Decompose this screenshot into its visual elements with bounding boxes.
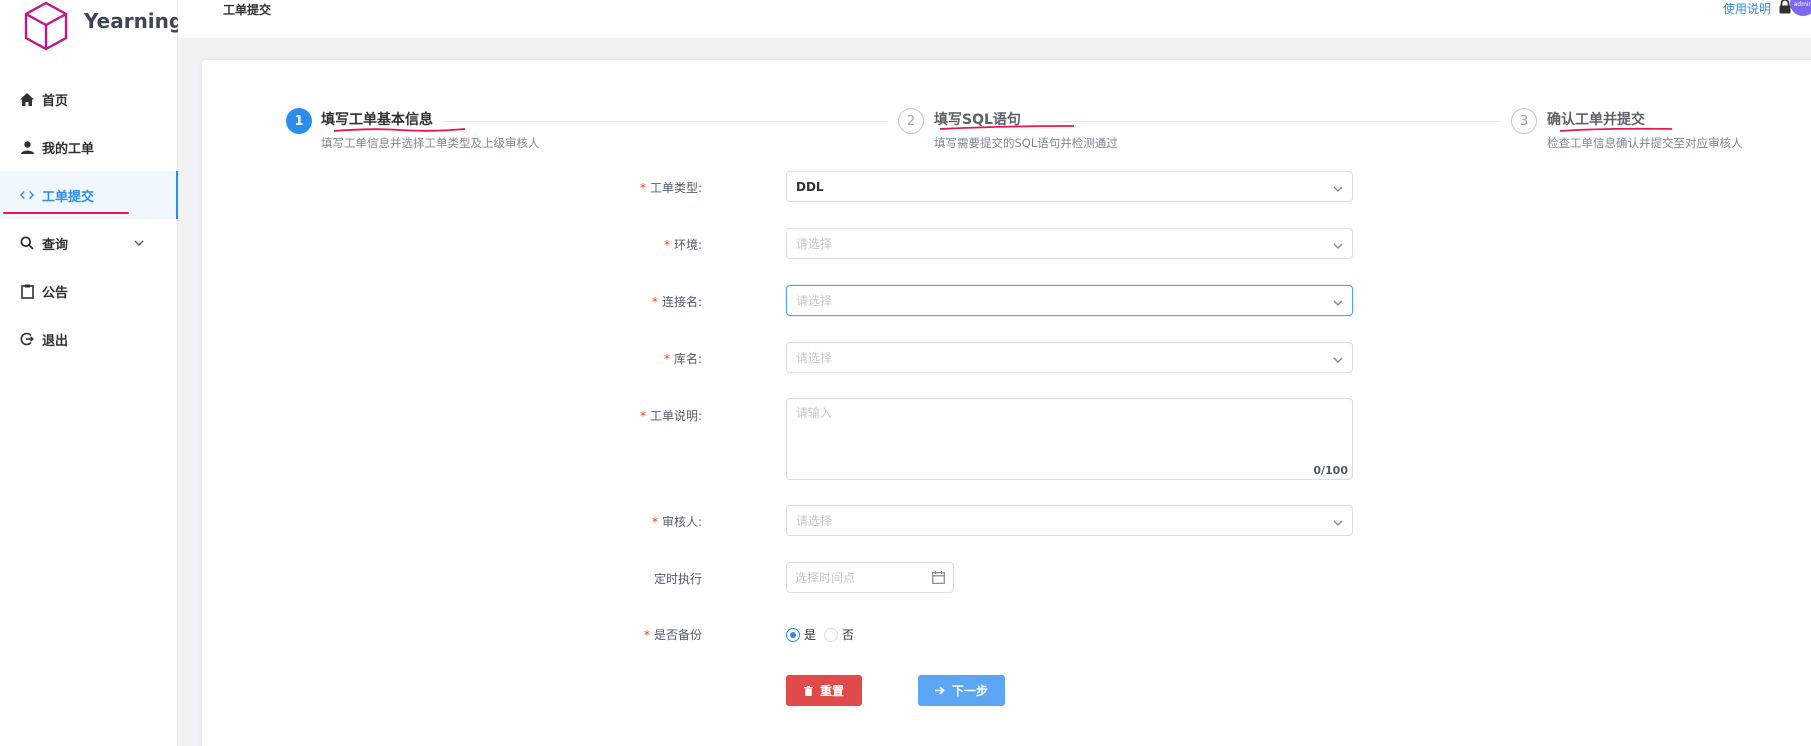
database-label: * 库名: [663,352,702,366]
annotation-underline [3,212,129,214]
app-logo[interactable]: Yearning [22,0,183,52]
breadcrumb: 工单提交 [223,3,272,17]
description-textarea[interactable]: 请输入 0/100 [786,398,1353,480]
chevron-down-icon [1333,238,1343,252]
help-link-label: 使用说明 [1723,1,1772,16]
home-icon [20,92,34,106]
sidebar-item-announcement[interactable]: 公告 [0,267,178,315]
reset-button[interactable]: 重置 [786,675,862,706]
sidebar-item-label: 查询 [42,237,69,253]
environment-select[interactable]: 请选择 [786,228,1353,259]
logout-icon [20,332,34,346]
environment-label: * 环境: [663,238,702,252]
sidebar-item-logout[interactable]: 退出 [0,315,178,363]
hexagon-cube-icon [24,1,68,51]
next-step-button[interactable]: 下一步 [918,675,1005,706]
sidebar-item-query[interactable]: 查询 [0,219,178,267]
ticket-type-value: DDL [796,179,824,194]
reviewer-label: * 审核人: [651,515,702,529]
description-label: * 工单说明: [639,409,702,423]
reviewer-placeholder: 请选择 [796,514,833,528]
connection-placeholder: 请选择 [796,294,833,308]
database-placeholder: 请选择 [796,351,833,365]
avatar[interactable]: admin [1790,0,1811,16]
environment-placeholder: 请选择 [796,237,833,251]
chevron-down-icon [1333,295,1343,309]
chevron-down-icon[interactable] [134,235,144,250]
connection-label: * 连接名: [651,295,702,309]
annotation-underline [333,125,1673,132]
next-step-button-label: 下一步 [951,684,988,698]
sidebar-item-my-tickets[interactable]: 我的工单 [0,123,178,171]
clipboard-icon [20,284,34,299]
character-counter: 0/100 [1313,464,1348,477]
schedule-datepicker[interactable]: 选择时间点 [786,562,954,593]
backup-no-label[interactable]: 否 [842,626,854,643]
arrow-right-icon [934,686,945,695]
backup-label: * 是否备份 [643,628,702,642]
backup-no-radio[interactable] [824,627,839,642]
sidebar: Yearning 首页 我的工单 工单提交 查询 公告 退出 [0,0,183,746]
user-icon [20,140,34,154]
chevron-down-icon [1333,181,1343,195]
sidebar-item-label: 我的工单 [42,141,95,157]
sidebar-item-label: 首页 [42,93,69,109]
trash-icon [803,685,813,696]
help-link[interactable]: 使用说明 [1723,0,1791,17]
avatar-text: admin [1793,1,1811,8]
chevron-down-icon [1333,352,1343,366]
connection-select[interactable]: 请选择 [786,285,1353,316]
sidebar-item-label: 退出 [42,333,69,349]
database-select[interactable]: 请选择 [786,342,1353,373]
backup-yes-label[interactable]: 是 [804,626,816,643]
schedule-placeholder: 选择时间点 [795,571,856,585]
backup-yes-radio[interactable] [786,627,800,642]
top-header: 工单提交 使用说明 admin [178,0,1811,38]
code-icon [20,188,34,202]
calendar-icon [932,571,945,587]
ticket-type-select[interactable]: DDL [786,171,1353,202]
sidebar-nav: 首页 我的工单 工单提交 查询 公告 退出 [0,75,178,363]
backup-radio-group: 是 否 [786,626,862,643]
sidebar-item-label: 公告 [42,285,69,301]
sidebar-item-home[interactable]: 首页 [0,75,178,123]
reviewer-select[interactable]: 请选择 [786,505,1353,536]
chevron-down-icon [1333,515,1343,529]
reset-button-label: 重置 [819,684,844,698]
sidebar-item-label: 工单提交 [42,189,95,205]
schedule-label: 定时执行 [653,572,702,586]
main-card: 1 填写工单基本信息 填写工单信息并选择工单类型及上级审核人 2 填写SQL语句… [202,60,1811,746]
search-icon [20,236,34,250]
description-placeholder: 请输入 [796,406,833,420]
ticket-type-label: * 工单类型: [639,181,702,195]
app-name: Yearning [84,9,184,33]
